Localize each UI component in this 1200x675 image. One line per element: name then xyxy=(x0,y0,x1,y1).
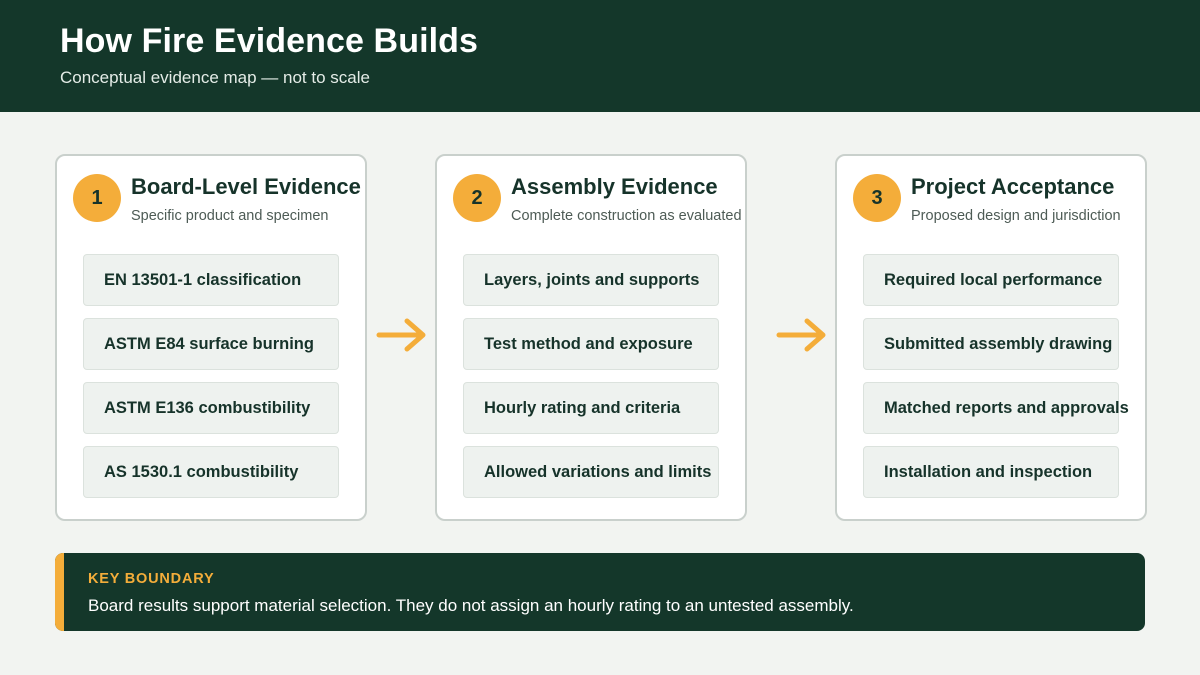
callout-accent-bar xyxy=(55,553,64,631)
evidence-item: Allowed variations and limits xyxy=(463,446,719,498)
evidence-item: ASTM E136 combustibility xyxy=(83,382,339,434)
stage-subtitle: Proposed design and jurisdiction xyxy=(911,208,1121,224)
stage-subtitle: Complete construction as evaluated xyxy=(511,208,742,224)
step-number-badge: 3 xyxy=(853,174,901,222)
evidence-item: AS 1530.1 combustibility xyxy=(83,446,339,498)
evidence-item: Matched reports and approvals xyxy=(863,382,1129,434)
stage-title: Board-Level Evidence xyxy=(131,174,361,199)
step-number-badge: 1 xyxy=(73,174,121,222)
page-header: How Fire Evidence Builds Conceptual evid… xyxy=(0,0,1200,112)
evidence-item: Layers, joints and supports xyxy=(463,254,719,306)
callout-text: Board results support material selection… xyxy=(88,596,854,615)
evidence-item: EN 13501-1 classification xyxy=(83,254,339,306)
evidence-item: Submitted assembly drawing xyxy=(863,318,1119,370)
right-arrow-icon xyxy=(376,318,426,352)
page-subtitle: Conceptual evidence map — not to scale xyxy=(60,68,370,87)
stage-card-project-acceptance: 3 Project Acceptance Proposed design and… xyxy=(835,154,1147,521)
evidence-item: ASTM E84 surface burning xyxy=(83,318,339,370)
key-boundary-callout: KEY BOUNDARY Board results support mater… xyxy=(55,553,1145,631)
callout-title: KEY BOUNDARY xyxy=(88,571,215,587)
stage-title: Project Acceptance xyxy=(911,174,1115,199)
right-arrow-icon xyxy=(776,318,826,352)
page-title: How Fire Evidence Builds xyxy=(60,22,479,60)
evidence-item: Required local performance xyxy=(863,254,1119,306)
evidence-item: Hourly rating and criteria xyxy=(463,382,719,434)
evidence-item: Installation and inspection xyxy=(863,446,1119,498)
stage-subtitle: Specific product and specimen xyxy=(131,208,329,224)
stage-card-assembly: 2 Assembly Evidence Complete constructio… xyxy=(435,154,747,521)
stage-title: Assembly Evidence xyxy=(511,174,718,199)
stage-card-board-level: 1 Board-Level Evidence Specific product … xyxy=(55,154,367,521)
evidence-item: Test method and exposure xyxy=(463,318,719,370)
step-number-badge: 2 xyxy=(453,174,501,222)
